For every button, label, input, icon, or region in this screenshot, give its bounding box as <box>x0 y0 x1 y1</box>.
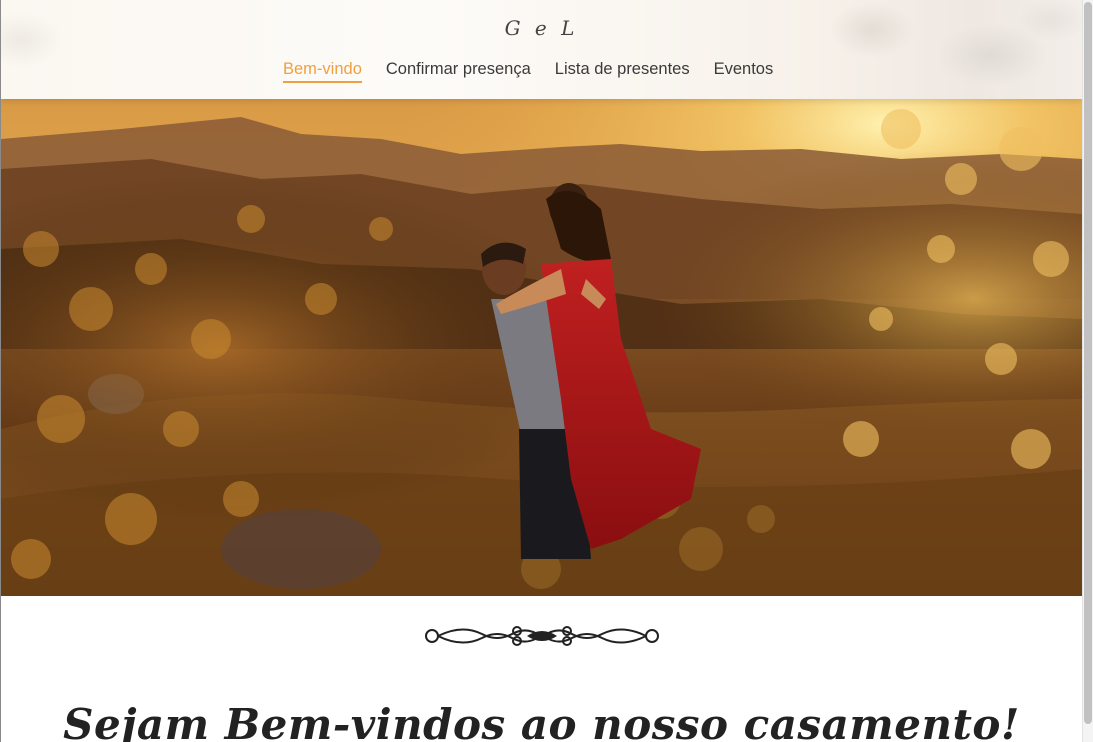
header-foliage-right <box>802 0 1082 99</box>
vertical-scrollbar[interactable] <box>1082 0 1093 742</box>
hero-photo <box>1 99 1082 596</box>
scrollbar-thumb[interactable] <box>1084 2 1092 724</box>
header-foliage-left <box>1 0 121 99</box>
nav-item-confirmar-presenca[interactable]: Confirmar presença <box>386 60 531 83</box>
page-content: G e L Bem-vindo Confirmar presença Lista… <box>1 0 1082 742</box>
site-logo[interactable]: G e L <box>1 16 1082 40</box>
couple-sunset-photo <box>1 99 1082 596</box>
site-header: G e L Bem-vindo Confirmar presença Lista… <box>1 0 1082 99</box>
nav-item-eventos[interactable]: Eventos <box>714 60 774 83</box>
browser-viewport: G e L Bem-vindo Confirmar presença Lista… <box>0 0 1093 742</box>
scroll-flourish-icon <box>1 620 1082 656</box>
nav-item-lista-de-presentes[interactable]: Lista de presentes <box>555 60 690 83</box>
main-nav: Bem-vindo Confirmar presença Lista de pr… <box>283 60 773 83</box>
welcome-heading: Sejam Bem-vindos ao nosso casamento! <box>63 700 1020 742</box>
nav-item-bem-vindo[interactable]: Bem-vindo <box>283 60 362 83</box>
